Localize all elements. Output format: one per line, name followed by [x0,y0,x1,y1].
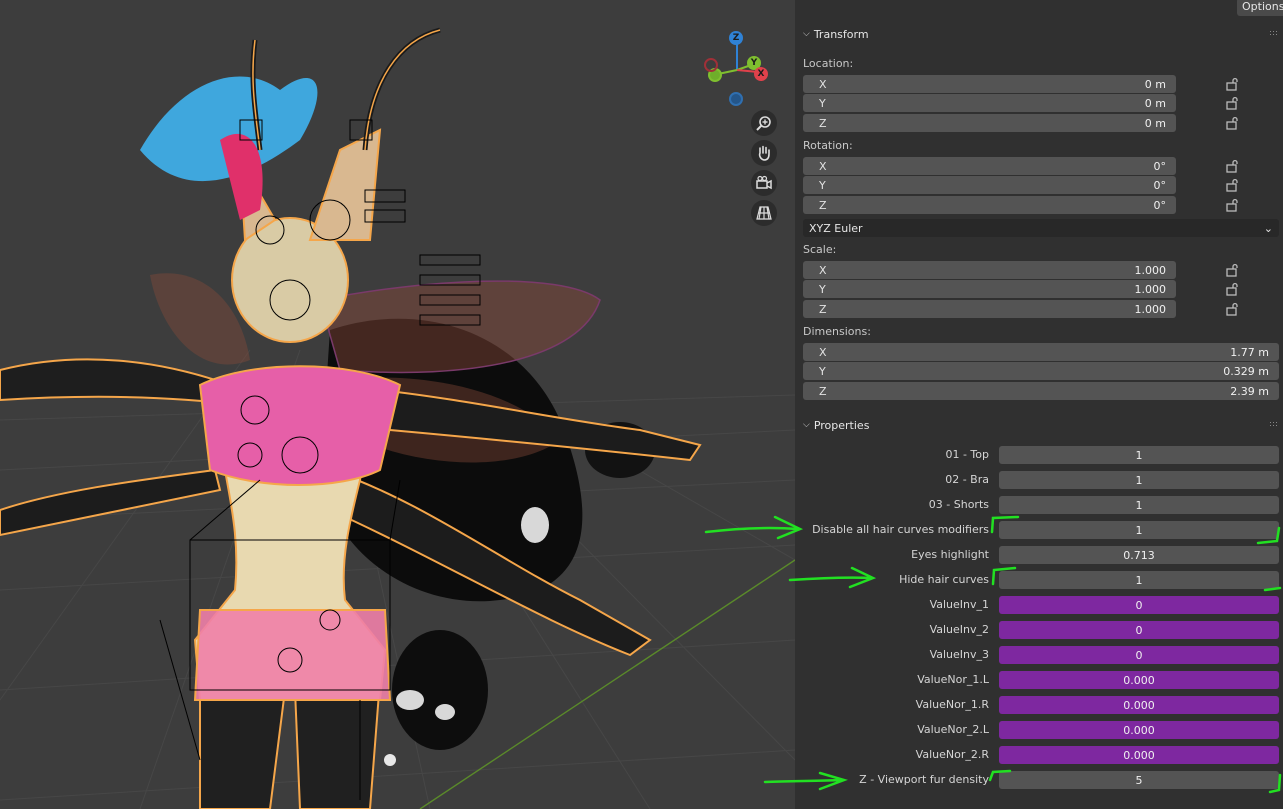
drag-grip-icon[interactable] [1269,421,1279,427]
prop-top-field[interactable]: 1 [999,446,1279,464]
prop-label: ValueNor_1.R [915,698,989,711]
grid-perspective-icon [756,206,772,220]
prop-eyes-highlight-field[interactable]: 0.713 [999,546,1279,564]
chevron-down-icon: ⌵ [803,29,810,39]
properties-panel-header[interactable]: ⌵ Properties [795,413,1283,437]
neg-x-axis-handle[interactable] [704,58,718,72]
rotation-label: Rotation: [803,139,853,152]
prop-label: 02 - Bra [945,473,989,486]
prop-label: Disable all hair curves modifiers [812,523,989,536]
prop-label: Hide hair curves [899,573,989,586]
lock-icon[interactable] [1226,302,1240,316]
prop-label: ValueNor_1.L [917,673,989,686]
prop-valuenor-1r-field[interactable]: 0.000 [999,696,1279,714]
spot [435,704,455,720]
location-label: Location: [803,57,854,70]
drag-grip-icon[interactable] [1269,30,1279,36]
scale-z-field[interactable]: Z 1.000 [803,300,1176,318]
spot [396,690,424,710]
prop-label: ValueNor_2.R [915,748,989,761]
lock-icon[interactable] [1226,159,1240,173]
rotation-z-field[interactable]: Z 0° [803,196,1176,214]
prop-valueinv-1-field[interactable]: 0 [999,596,1279,614]
lock-icon[interactable] [1226,282,1240,296]
shorts-garment [193,609,392,701]
prop-label: 01 - Top [945,448,989,461]
rotation-y-field[interactable]: Y 0° [803,176,1176,194]
prop-valuenor-2r-field[interactable]: 0.000 [999,746,1279,764]
chevron-down-icon: ⌄ [1263,221,1273,235]
light-object [384,754,396,766]
ear-right [308,128,382,241]
prop-hide-hair-curves-field[interactable]: 1 [999,571,1279,589]
spot [521,507,549,543]
location-z-field[interactable]: Z0 m [803,114,1176,132]
prop-label: 03 - Shorts [928,498,989,511]
chevron-down-icon: ⌵ [803,420,810,430]
zoom-in-icon [756,116,771,131]
rotation-x-field[interactable]: X 0° [803,157,1176,175]
prop-disable-hair-modifiers-field[interactable]: 1 [999,521,1279,539]
tail-tip [392,630,488,750]
prop-shorts-field[interactable]: 1 [999,496,1279,514]
3d-viewport[interactable]: Z Y X [0,0,795,809]
top-garment [198,365,402,486]
transform-panel-header[interactable]: ⌵ Transform [795,22,1283,46]
prop-bra-field[interactable]: 1 [999,471,1279,489]
lock-icon[interactable] [1226,198,1240,212]
hand-pan-icon [758,145,770,161]
zoom-button[interactable] [751,110,777,136]
location-y-field[interactable]: Y0 m [803,94,1176,112]
transform-title: Transform [813,27,869,41]
perspective-toggle-button[interactable] [751,200,777,226]
lock-icon[interactable] [1226,178,1240,192]
prop-label: ValueInv_2 [929,623,989,636]
location-x-field[interactable]: X0 m [803,75,1176,93]
scale-x-field[interactable]: X 1.000 [803,261,1176,279]
prop-valueinv-2-field[interactable]: 0 [999,621,1279,639]
viewport-scene [0,27,795,809]
prop-viewport-fur-density-field[interactable]: 5 [999,771,1279,789]
camera-view-button[interactable] [751,170,777,196]
prop-label: Z - Viewport fur density [859,773,989,786]
options-button[interactable]: Options [1237,0,1283,16]
dimensions-y-field[interactable]: Y 0.329 m [803,362,1279,380]
navigation-gizmo[interactable]: Z Y X [700,28,780,110]
prop-valuenor-2l-field[interactable]: 0.000 [999,721,1279,739]
prop-label: Eyes highlight [911,548,989,561]
prop-label: ValueInv_1 [929,598,989,611]
lock-icon[interactable] [1226,116,1240,130]
z-axis-handle[interactable]: Z [729,31,743,45]
rotation-mode-dropdown[interactable]: XYZ Euler ⌄ [803,219,1279,237]
x-axis-handle[interactable]: X [754,67,768,81]
scale-label: Scale: [803,243,837,256]
lock-icon[interactable] [1226,96,1240,110]
prop-label: ValueNor_2.L [917,723,989,736]
prop-valuenor-1l-field[interactable]: 0.000 [999,671,1279,689]
properties-title: Properties [813,418,870,432]
sidebar-panel: Options ⌵ Transform Location: X0 m Y0 m … [795,0,1283,809]
prop-valueinv-3-field[interactable]: 0 [999,646,1279,664]
dimensions-z-field[interactable]: Z 2.39 m [803,382,1279,400]
lock-icon[interactable] [1226,77,1240,91]
pan-button[interactable] [751,140,777,166]
arm-lower-left [0,468,222,537]
camera-icon [756,175,772,190]
dimensions-label: Dimensions: [803,325,871,338]
scale-y-field[interactable]: Y 1.000 [803,280,1176,298]
lock-icon[interactable] [1226,263,1240,277]
neg-z-axis-handle[interactable] [729,92,743,106]
prop-label: ValueInv_3 [929,648,989,661]
dimensions-x-field[interactable]: X 1.77 m [803,343,1279,361]
